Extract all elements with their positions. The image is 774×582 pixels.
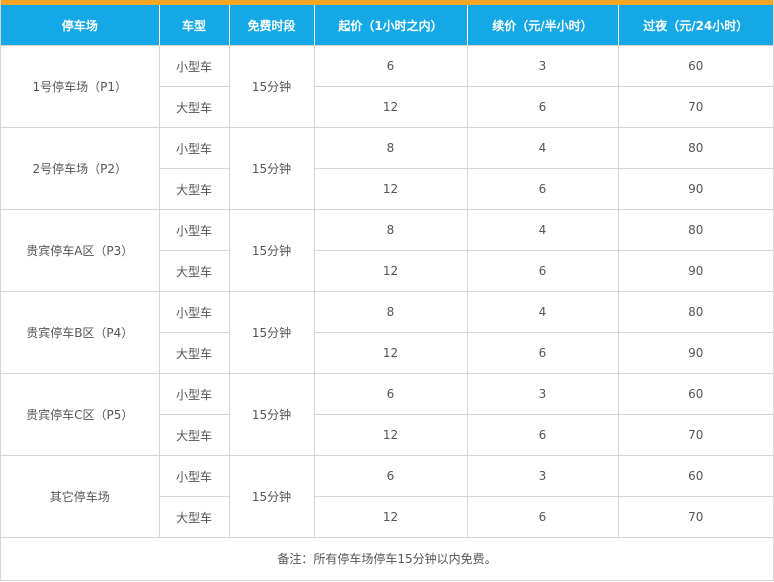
parking-fee-table: 停车场 车型 免费时段 起价（1小时之内） 续价（元/半小时） 过夜（元/24小…: [1, 5, 773, 578]
start-price: 12: [313, 496, 468, 538]
overnight-price: 70: [617, 496, 773, 538]
free-period: 15分钟: [228, 45, 315, 128]
vehicle-type: 小型车: [158, 127, 230, 169]
overnight-price: 80: [617, 291, 773, 333]
vehicle-type: 大型车: [159, 414, 230, 456]
lot-name: 2号停车场（P2）: [1, 127, 160, 210]
overnight-price: 90: [617, 168, 773, 210]
start-price: 12: [313, 414, 468, 456]
overnight-price: 90: [617, 250, 773, 292]
vehicle-type: 大型车: [159, 332, 230, 374]
vehicle-type: 小型车: [158, 209, 230, 251]
start-price: 6: [313, 45, 468, 87]
continue-price: 4: [466, 291, 619, 333]
overnight-price: 70: [617, 86, 773, 128]
start-price: 8: [313, 291, 468, 333]
vehicle-type: 大型车: [159, 250, 230, 292]
table-header-row: 停车场 车型 免费时段 起价（1小时之内） 续价（元/半小时） 过夜（元/24小…: [1, 5, 773, 46]
header-overnight-price: 过夜（元/24小时）: [618, 5, 773, 46]
start-price: 12: [313, 86, 468, 128]
overnight-price: 90: [617, 332, 773, 374]
overnight-price: 60: [617, 373, 773, 415]
vehicle-type: 小型车: [158, 291, 230, 333]
overnight-price: 80: [617, 209, 773, 251]
header-lot: 停车场: [1, 5, 160, 46]
start-price: 6: [313, 455, 468, 497]
start-price: 6: [313, 373, 468, 415]
table-row: 贵宾停车B区（P4） 小型车 15分钟 8 4 80: [1, 291, 773, 374]
header-start-price: 起价（1小时之内）: [314, 5, 468, 46]
free-period: 15分钟: [228, 373, 315, 456]
vehicle-type: 小型车: [158, 45, 230, 87]
parking-fee-panel: 停车场 车型 免费时段 起价（1小时之内） 续价（元/半小时） 过夜（元/24小…: [0, 0, 774, 581]
start-price: 12: [313, 168, 468, 210]
continue-price: 4: [466, 127, 619, 169]
continue-price: 6: [466, 414, 619, 456]
free-period: 15分钟: [228, 291, 315, 374]
note-row: 备注：所有停车场停车15分钟以内免费。: [1, 537, 773, 578]
continue-price: 3: [466, 45, 619, 87]
overnight-price: 70: [617, 414, 773, 456]
start-price: 8: [313, 209, 468, 251]
continue-price: 6: [466, 496, 619, 538]
free-period: 15分钟: [228, 127, 315, 210]
vehicle-type: 小型车: [158, 373, 230, 415]
vehicle-type: 大型车: [159, 86, 230, 128]
continue-price: 3: [466, 455, 619, 497]
start-price: 12: [313, 250, 468, 292]
continue-price: 6: [466, 168, 619, 210]
free-period: 15分钟: [228, 209, 315, 292]
overnight-price: 60: [617, 455, 773, 497]
lot-name: 其它停车场: [1, 455, 160, 538]
vehicle-type: 小型车: [158, 455, 230, 497]
table-row: 其它停车场 小型车 15分钟 6 3 60: [1, 455, 773, 538]
table-row: 贵宾停车C区（P5） 小型车 15分钟 6 3 60: [1, 373, 773, 456]
free-period: 15分钟: [228, 455, 315, 538]
lot-name: 贵宾停车C区（P5）: [1, 373, 160, 456]
table-row: 贵宾停车A区（P3） 小型车 15分钟 8 4 80: [1, 209, 773, 292]
overnight-price: 80: [617, 127, 773, 169]
continue-price: 3: [466, 373, 619, 415]
lot-name: 贵宾停车B区（P4）: [1, 291, 160, 374]
continue-price: 4: [466, 209, 619, 251]
table-row: 1号停车场（P1） 小型车 15分钟 6 3 60: [1, 45, 773, 128]
header-free-period: 免费时段: [229, 5, 315, 46]
table-row: 2号停车场（P2） 小型车 15分钟 8 4 80: [1, 127, 773, 210]
overnight-price: 60: [617, 45, 773, 87]
continue-price: 6: [466, 250, 619, 292]
continue-price: 6: [466, 332, 619, 374]
vehicle-type: 大型车: [159, 168, 230, 210]
continue-price: 6: [466, 86, 619, 128]
table-note: 备注：所有停车场停车15分钟以内免费。: [1, 537, 773, 578]
start-price: 8: [313, 127, 468, 169]
start-price: 12: [313, 332, 468, 374]
vehicle-type: 大型车: [159, 496, 230, 538]
header-continue-price: 续价（元/半小时）: [467, 5, 619, 46]
header-vehicle-type: 车型: [159, 5, 230, 46]
lot-name: 1号停车场（P1）: [1, 45, 160, 128]
lot-name: 贵宾停车A区（P3）: [1, 209, 160, 292]
